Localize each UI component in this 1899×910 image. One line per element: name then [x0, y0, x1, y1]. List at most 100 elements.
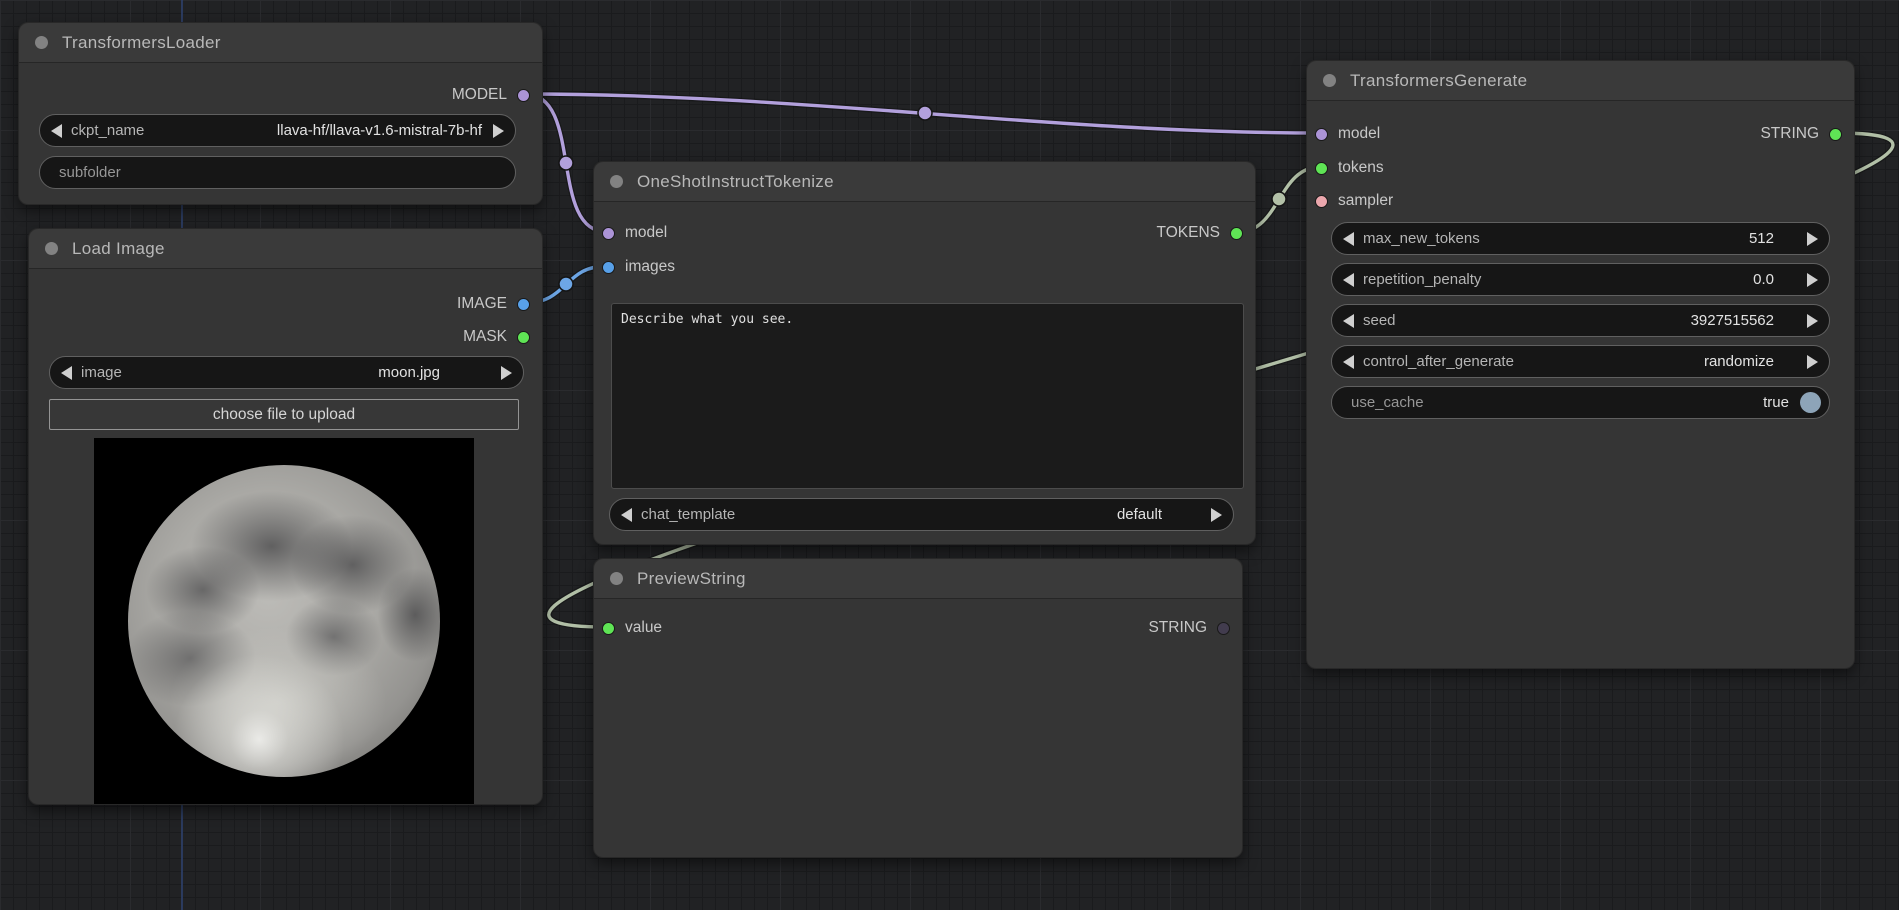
output-label: MASK — [463, 328, 507, 346]
output-label: MODEL — [452, 86, 507, 104]
node-title: OneShotInstructTokenize — [637, 172, 834, 192]
widget-max-new-tokens[interactable]: max_new_tokens 512 — [1331, 222, 1830, 255]
widget-value: llava-hf/llava-v1.6-mistral-7b-hf — [277, 122, 482, 139]
input-label: tokens — [1338, 159, 1384, 177]
port-images-input[interactable] — [602, 261, 615, 274]
port-image-output[interactable] — [517, 298, 530, 311]
node-header[interactable]: Load Image — [29, 229, 542, 269]
node-oneshotinstructtokenize[interactable]: OneShotInstructTokenize model images TOK… — [593, 161, 1256, 545]
collapse-dot-icon[interactable] — [35, 36, 48, 49]
port-model-input[interactable] — [602, 227, 615, 240]
prompt-text: Describe what you see. — [621, 312, 793, 327]
input-label: model — [625, 224, 667, 242]
output-row-string: STRING — [1148, 615, 1242, 641]
decrement-arrow-icon[interactable] — [1343, 314, 1354, 328]
node-title: PreviewString — [637, 569, 746, 589]
widget-chat-template[interactable]: chat_template default — [609, 498, 1234, 531]
output-row-image: IMAGE — [457, 291, 542, 317]
decrement-arrow-icon[interactable] — [1343, 273, 1354, 287]
wire-midpoint-dot — [559, 277, 573, 291]
node-graph-canvas[interactable]: TransformersLoader MODEL ckpt_name llava… — [0, 0, 1899, 910]
input-label: images — [625, 258, 675, 276]
widget-label: image — [81, 364, 122, 381]
input-row-model: model — [1307, 121, 1380, 147]
input-row-tokens: tokens — [1307, 155, 1384, 181]
node-title: Load Image — [72, 239, 165, 259]
widget-value: randomize — [1704, 353, 1774, 370]
port-mask-output[interactable] — [517, 331, 530, 344]
port-string-output[interactable] — [1829, 128, 1842, 141]
widget-use-cache[interactable]: use_cache true — [1331, 386, 1830, 419]
prompt-textarea[interactable]: Describe what you see. — [611, 303, 1244, 489]
port-string-output[interactable] — [1217, 622, 1230, 635]
moon-image — [128, 465, 440, 777]
input-label: model — [1338, 125, 1380, 143]
widget-label: max_new_tokens — [1363, 230, 1480, 247]
input-label: sampler — [1338, 192, 1393, 210]
node-transformersloader[interactable]: TransformersLoader MODEL ckpt_name llava… — [18, 22, 543, 205]
widget-label: repetition_penalty — [1363, 271, 1481, 288]
wire-midpoint-dot — [559, 156, 573, 170]
collapse-dot-icon[interactable] — [610, 572, 623, 585]
input-row-value: value — [594, 615, 662, 641]
choose-file-button[interactable]: choose file to upload — [49, 399, 519, 430]
next-value-arrow-icon[interactable] — [501, 366, 512, 380]
collapse-dot-icon[interactable] — [45, 242, 58, 255]
node-header[interactable]: PreviewString — [594, 559, 1242, 599]
node-title: TransformersLoader — [62, 33, 221, 53]
output-label: TOKENS — [1157, 224, 1220, 242]
next-value-arrow-icon[interactable] — [1807, 355, 1818, 369]
widget-label: subfolder — [59, 164, 121, 181]
next-value-arrow-icon[interactable] — [1211, 508, 1222, 522]
widget-image-select[interactable]: image moon.jpg — [49, 356, 524, 389]
node-header[interactable]: TransformersGenerate — [1307, 61, 1854, 101]
widget-repetition-penalty[interactable]: repetition_penalty 0.0 — [1331, 263, 1830, 296]
next-value-arrow-icon[interactable] — [493, 124, 504, 138]
widget-value: moon.jpg — [378, 364, 440, 381]
prev-value-arrow-icon[interactable] — [1343, 355, 1354, 369]
node-previewstring[interactable]: PreviewString value STRING — [593, 558, 1243, 858]
widget-label: chat_template — [641, 506, 735, 523]
widget-value: true — [1763, 394, 1789, 411]
widget-value: default — [1117, 506, 1162, 523]
wire-midpoint-dot — [1272, 192, 1286, 206]
port-value-input[interactable] — [602, 622, 615, 635]
node-title: TransformersGenerate — [1350, 71, 1527, 91]
output-row-tokens: TOKENS — [1157, 220, 1255, 246]
prev-value-arrow-icon[interactable] — [61, 366, 72, 380]
collapse-dot-icon[interactable] — [1323, 74, 1336, 87]
widget-subfolder[interactable]: subfolder — [39, 156, 516, 189]
widget-value: 512 — [1749, 230, 1774, 247]
widget-ckpt-name[interactable]: ckpt_name llava-hf/llava-v1.6-mistral-7b… — [39, 114, 516, 147]
port-tokens-input[interactable] — [1315, 162, 1328, 175]
port-tokens-output[interactable] — [1230, 227, 1243, 240]
widget-seed[interactable]: seed 3927515562 — [1331, 304, 1830, 337]
widget-label: ckpt_name — [71, 122, 144, 139]
increment-arrow-icon[interactable] — [1807, 232, 1818, 246]
input-row-model: model — [594, 220, 667, 246]
prev-value-arrow-icon[interactable] — [51, 124, 62, 138]
widget-label: seed — [1363, 312, 1396, 329]
increment-arrow-icon[interactable] — [1807, 314, 1818, 328]
node-header[interactable]: OneShotInstructTokenize — [594, 162, 1255, 202]
node-header[interactable]: TransformersLoader — [19, 23, 542, 63]
node-transformersgenerate[interactable]: TransformersGenerate model tokens sample… — [1306, 60, 1855, 669]
collapse-dot-icon[interactable] — [610, 175, 623, 188]
widget-value: 0.0 — [1753, 271, 1774, 288]
node-load-image[interactable]: Load Image IMAGE MASK image moon.jpg cho… — [28, 228, 543, 805]
port-sampler-input[interactable] — [1315, 195, 1328, 208]
port-model-input[interactable] — [1315, 128, 1328, 141]
widget-control-after-generate[interactable]: control_after_generate randomize — [1331, 345, 1830, 378]
port-model-output[interactable] — [517, 89, 530, 102]
input-row-sampler: sampler — [1307, 188, 1393, 214]
prev-value-arrow-icon[interactable] — [621, 508, 632, 522]
widget-label: control_after_generate — [1363, 353, 1514, 370]
toggle-on-icon[interactable] — [1800, 392, 1821, 413]
output-row-string: STRING — [1760, 121, 1854, 147]
output-label: IMAGE — [457, 295, 507, 313]
decrement-arrow-icon[interactable] — [1343, 232, 1354, 246]
image-preview — [94, 438, 474, 804]
widget-value: 3927515562 — [1691, 312, 1774, 329]
output-row-model: MODEL — [452, 82, 542, 108]
increment-arrow-icon[interactable] — [1807, 273, 1818, 287]
